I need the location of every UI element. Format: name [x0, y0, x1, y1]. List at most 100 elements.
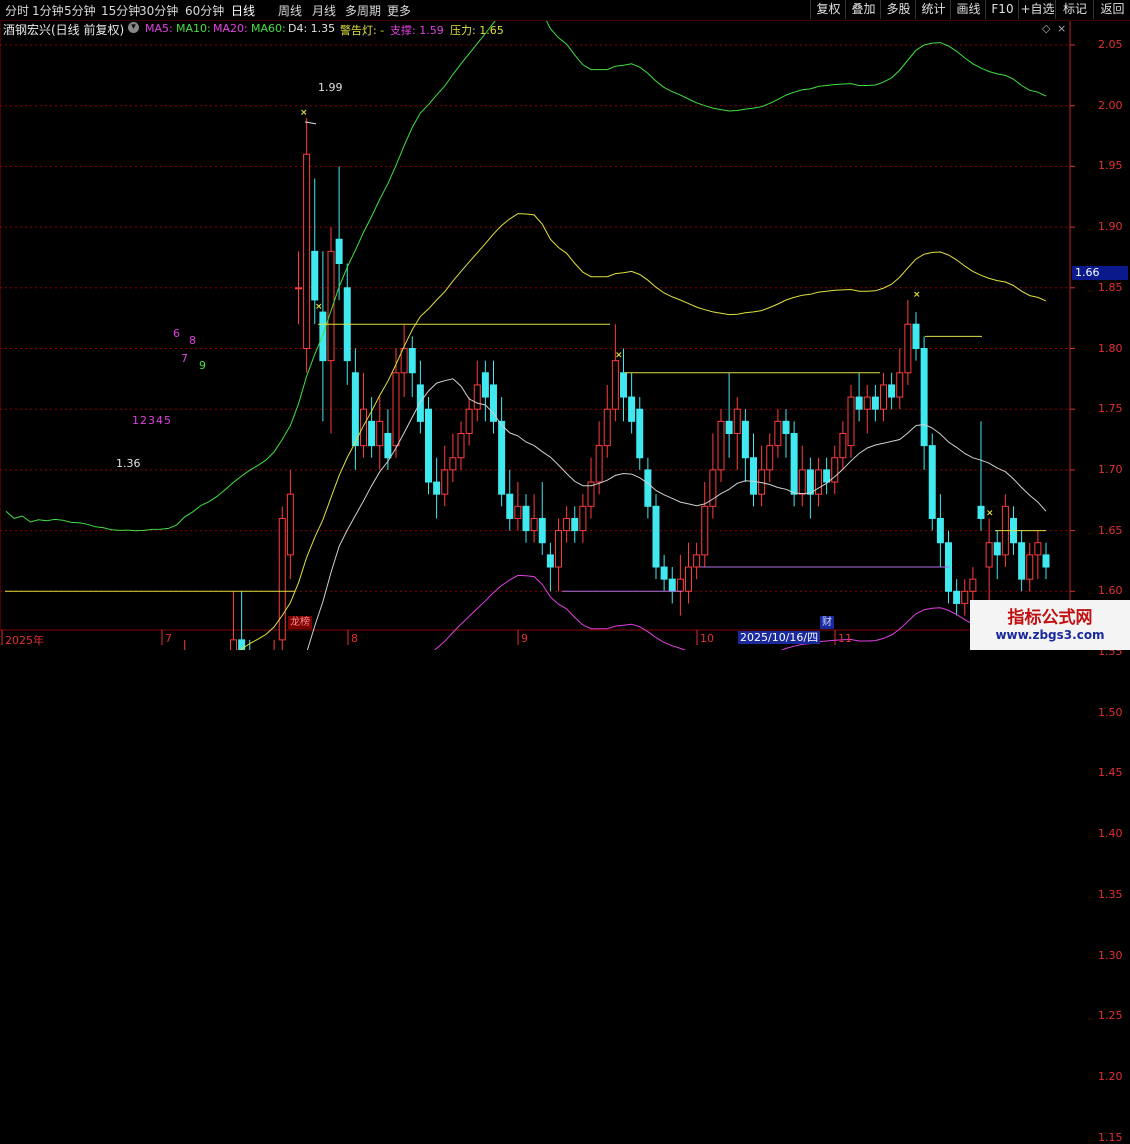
candle-body [457, 432, 465, 459]
candle-body [303, 153, 311, 349]
candle-body [717, 420, 725, 471]
candle-body [628, 396, 636, 422]
finance-event-badge[interactable]: 财 [820, 616, 834, 629]
candle-body [473, 384, 481, 410]
date-tick-label: 2025年 [5, 634, 44, 647]
support-value: 支撑: 1.59 [390, 24, 444, 37]
period-tab-0[interactable]: 分时 [5, 2, 29, 19]
price-tick-label: 1.35 [1098, 887, 1123, 901]
period-tab-10[interactable]: 更多 [387, 2, 411, 19]
candle-body [668, 578, 676, 592]
candle-body [538, 517, 546, 544]
price-axis: 2.05 2.00 1.95 1.90 1.85 1.80 1.75 1.70 1.65 1.60… [1070, 20, 1130, 1144]
candle-body [774, 420, 782, 447]
toolbar-button-7[interactable]: 标记 [1055, 0, 1094, 19]
count-8: 8 [189, 334, 196, 347]
toolbar-button-1[interactable]: 叠加 [845, 0, 881, 19]
count-2: 2 [140, 414, 147, 427]
candle-body [481, 372, 489, 398]
price-tick-label: 1.30 [1098, 948, 1123, 962]
period-tab-4[interactable]: 30分钟 [139, 2, 178, 19]
warning-light: 警告灯: - [340, 24, 385, 37]
candle-body [449, 457, 457, 471]
toolbar-button-6[interactable]: +自选 [1018, 0, 1056, 19]
close-icon[interactable]: × [1057, 22, 1066, 35]
candle-body [660, 566, 668, 580]
candle-body [652, 505, 660, 568]
diamond-icon[interactable]: ◇ [1042, 22, 1050, 35]
watermark: 指标公式网 www.zbgs3.com [970, 600, 1130, 650]
candle-body [611, 360, 619, 410]
candle-body [790, 432, 798, 495]
candle-body [530, 517, 538, 532]
date-tick-label: 10 [700, 632, 714, 645]
kline-chart[interactable]: × × × × × [0, 0, 1130, 650]
candle-body [880, 384, 887, 410]
candle-body [571, 517, 579, 532]
candle-body [1018, 542, 1026, 580]
date-cursor-label: 2025/10/16/四 [738, 631, 821, 644]
date-tick-label: 11 [838, 632, 852, 645]
candle-body [441, 469, 449, 495]
period-tab-2[interactable]: 5分钟 [64, 2, 96, 19]
watermark-title: 指标公式网 [1007, 608, 1093, 628]
ma5-label: MA5: [145, 22, 173, 35]
toolbar-button-5[interactable]: F10 [985, 0, 1019, 19]
candle-body [392, 372, 400, 447]
candle-body [798, 469, 806, 495]
period-tab-8[interactable]: 月线 [312, 2, 336, 19]
count-3: 3 [148, 414, 155, 427]
high-price-label: 1.99 [318, 81, 343, 94]
candle-body [644, 469, 652, 507]
candle-body [498, 420, 506, 495]
date-tick-label: 8 [351, 632, 358, 645]
ma60-label: MA60: [251, 22, 286, 35]
candle-body [871, 396, 879, 410]
candle-body [888, 384, 896, 398]
price-tick-label: 1.15 [1098, 1130, 1123, 1144]
period-tab-3[interactable]: 15分钟 [101, 2, 140, 19]
candle-body [555, 530, 562, 568]
candle-body [278, 517, 286, 641]
candle-body [676, 578, 684, 592]
toolbar-button-4[interactable]: 画线 [950, 0, 986, 19]
candle-body [750, 457, 757, 495]
candle-body [335, 238, 343, 265]
toolbar-button-3[interactable]: 统计 [915, 0, 951, 19]
candle-body [701, 505, 709, 556]
price-tick-label: 1.60 [1098, 584, 1123, 598]
candle-body [953, 590, 961, 604]
period-tab-1[interactable]: 1分钟 [32, 2, 64, 19]
toolbar-button-0[interactable]: 复权 [810, 0, 846, 19]
toolbar-button-2[interactable]: 多股 [880, 0, 916, 19]
candle-body [847, 396, 855, 447]
d4-value: D4: 1.35 [288, 22, 336, 35]
candle-body [1042, 554, 1050, 568]
period-tab-5[interactable]: 60分钟 [185, 2, 224, 19]
period-toolbar: 分时 1分钟 5分钟 15分钟 30分钟 60分钟 日线 周线 月线 多周期 更多 复权 叠加 多股 统计画… [0, 0, 1130, 21]
candle-body [855, 396, 863, 410]
candle-body [977, 505, 985, 519]
candle-body [993, 542, 1001, 556]
count-9: 9 [199, 359, 206, 372]
ma20-label: MA20: [213, 22, 248, 35]
candle-body [961, 590, 969, 604]
price-tick-label: 1.25 [1098, 1009, 1123, 1023]
price-tick-label: 1.50 [1098, 705, 1123, 719]
count-7: 7 [181, 352, 188, 365]
toolbar-button-8[interactable]: 返回 [1093, 0, 1130, 19]
price-tick-label: 1.85 [1098, 280, 1123, 294]
signal-marker: × [315, 302, 323, 312]
candle-body [636, 408, 644, 459]
candle-body [295, 287, 302, 290]
candle-body [1026, 554, 1034, 580]
longhu-event-badge[interactable]: 龙榜 [288, 616, 312, 629]
period-tab-7[interactable]: 周线 [278, 2, 302, 19]
period-tab-6[interactable]: 日线 [231, 2, 255, 19]
dropdown-icon[interactable]: ▾ [128, 22, 139, 33]
stock-title[interactable]: 酒钢宏兴(日线 前复权) [3, 21, 124, 38]
date-tick-label: 7 [165, 632, 172, 645]
candle-body [920, 348, 928, 447]
candle-body [985, 542, 993, 568]
period-tab-9[interactable]: 多周期 [345, 2, 381, 19]
